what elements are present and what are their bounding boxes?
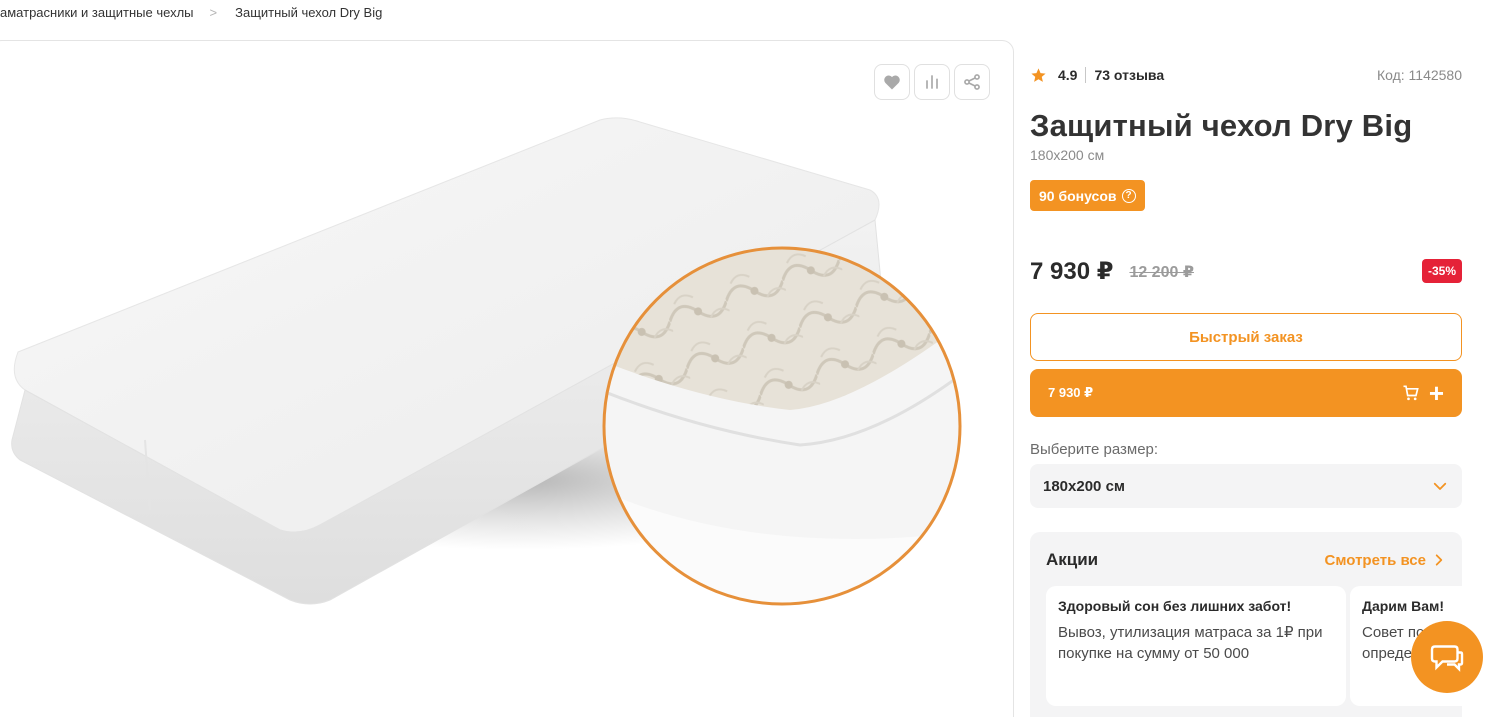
- product-code: Код: 1142580: [1376, 67, 1462, 83]
- share-icon: [964, 74, 980, 90]
- price-row: 7 930 ₽ 12 200 ₽ -35%: [1030, 256, 1462, 286]
- promotions-header: Акции Смотреть все: [1046, 550, 1446, 570]
- see-all-link[interactable]: Смотреть все: [1325, 552, 1446, 569]
- breadcrumb-separator-icon: >: [209, 4, 218, 20]
- product-image[interactable]: [0, 60, 1000, 660]
- size-selected-value: 180х200 см: [1043, 477, 1126, 495]
- discount-badge: -35%: [1421, 259, 1462, 283]
- share-button[interactable]: [954, 64, 990, 100]
- reviews-link[interactable]: 73 отзыва: [1094, 67, 1164, 83]
- plus-icon: +: [1428, 378, 1444, 408]
- rating-value: 4.9: [1058, 67, 1078, 83]
- size-select[interactable]: 180х200 см: [1030, 464, 1462, 508]
- promotion-card-title: Здоровый сон без лишних забот!: [1058, 598, 1292, 614]
- chevron-down-icon: [1433, 482, 1447, 490]
- breadcrumb: аматрасники и защитные чехлы > Защитный …: [0, 3, 382, 21]
- current-price: 7 930 ₽: [1030, 257, 1114, 285]
- promotion-cards: Здоровый сон без лишних забот! Вывоз, ут…: [1046, 586, 1462, 717]
- breadcrumb-item-category[interactable]: аматрасники и защитные чехлы: [0, 5, 194, 20]
- product-subtitle: 180х200 см: [1030, 147, 1105, 163]
- size-label: Выберите размер:: [1030, 441, 1159, 458]
- breadcrumb-item-current: Защитный чехол Dry Big: [235, 4, 383, 20]
- compare-icon: [926, 75, 938, 89]
- rating-divider: [1085, 67, 1087, 83]
- cart-button-price: 7 930 ₽: [1048, 385, 1094, 400]
- promotion-card-description: Вывоз, утилизация матраса за 1₽ при поку…: [1058, 624, 1323, 662]
- favorite-button[interactable]: [874, 64, 910, 100]
- chat-button[interactable]: [1411, 621, 1483, 693]
- compare-button[interactable]: [914, 64, 950, 100]
- product-title: Защитный чехол Dry Big: [1030, 108, 1413, 143]
- heart-icon: [884, 75, 900, 90]
- promotion-card-title: Дарим Вам!: [1362, 598, 1445, 614]
- question-icon[interactable]: ?: [1121, 188, 1136, 203]
- chevron-right-icon: [1435, 554, 1443, 566]
- rating-row: 4.9 73 отзыва Код: 1142580: [1030, 66, 1462, 84]
- old-price: 12 200 ₽: [1129, 264, 1194, 281]
- star-icon: [1031, 67, 1046, 82]
- chat-icon: [1430, 645, 1464, 672]
- cart-icon: [1403, 385, 1419, 401]
- promotions-panel: Акции Смотреть все Здоровый сон без лишн…: [1030, 532, 1462, 717]
- see-all-label: Смотреть все: [1324, 551, 1426, 569]
- bonus-label: 90 бонусов: [1039, 187, 1117, 204]
- promotions-title: Акции: [1046, 550, 1099, 569]
- bonus-badge[interactable]: 90 бонусов ?: [1030, 180, 1145, 211]
- promotion-card[interactable]: Здоровый сон без лишних забот! Вывоз, ут…: [1046, 586, 1346, 706]
- gallery-actions: [874, 64, 990, 100]
- add-to-cart-button[interactable]: 7 930 ₽ +: [1030, 369, 1462, 417]
- quick-order-button[interactable]: Быстрый заказ: [1030, 313, 1462, 361]
- cart-button-icons: +: [1401, 380, 1444, 406]
